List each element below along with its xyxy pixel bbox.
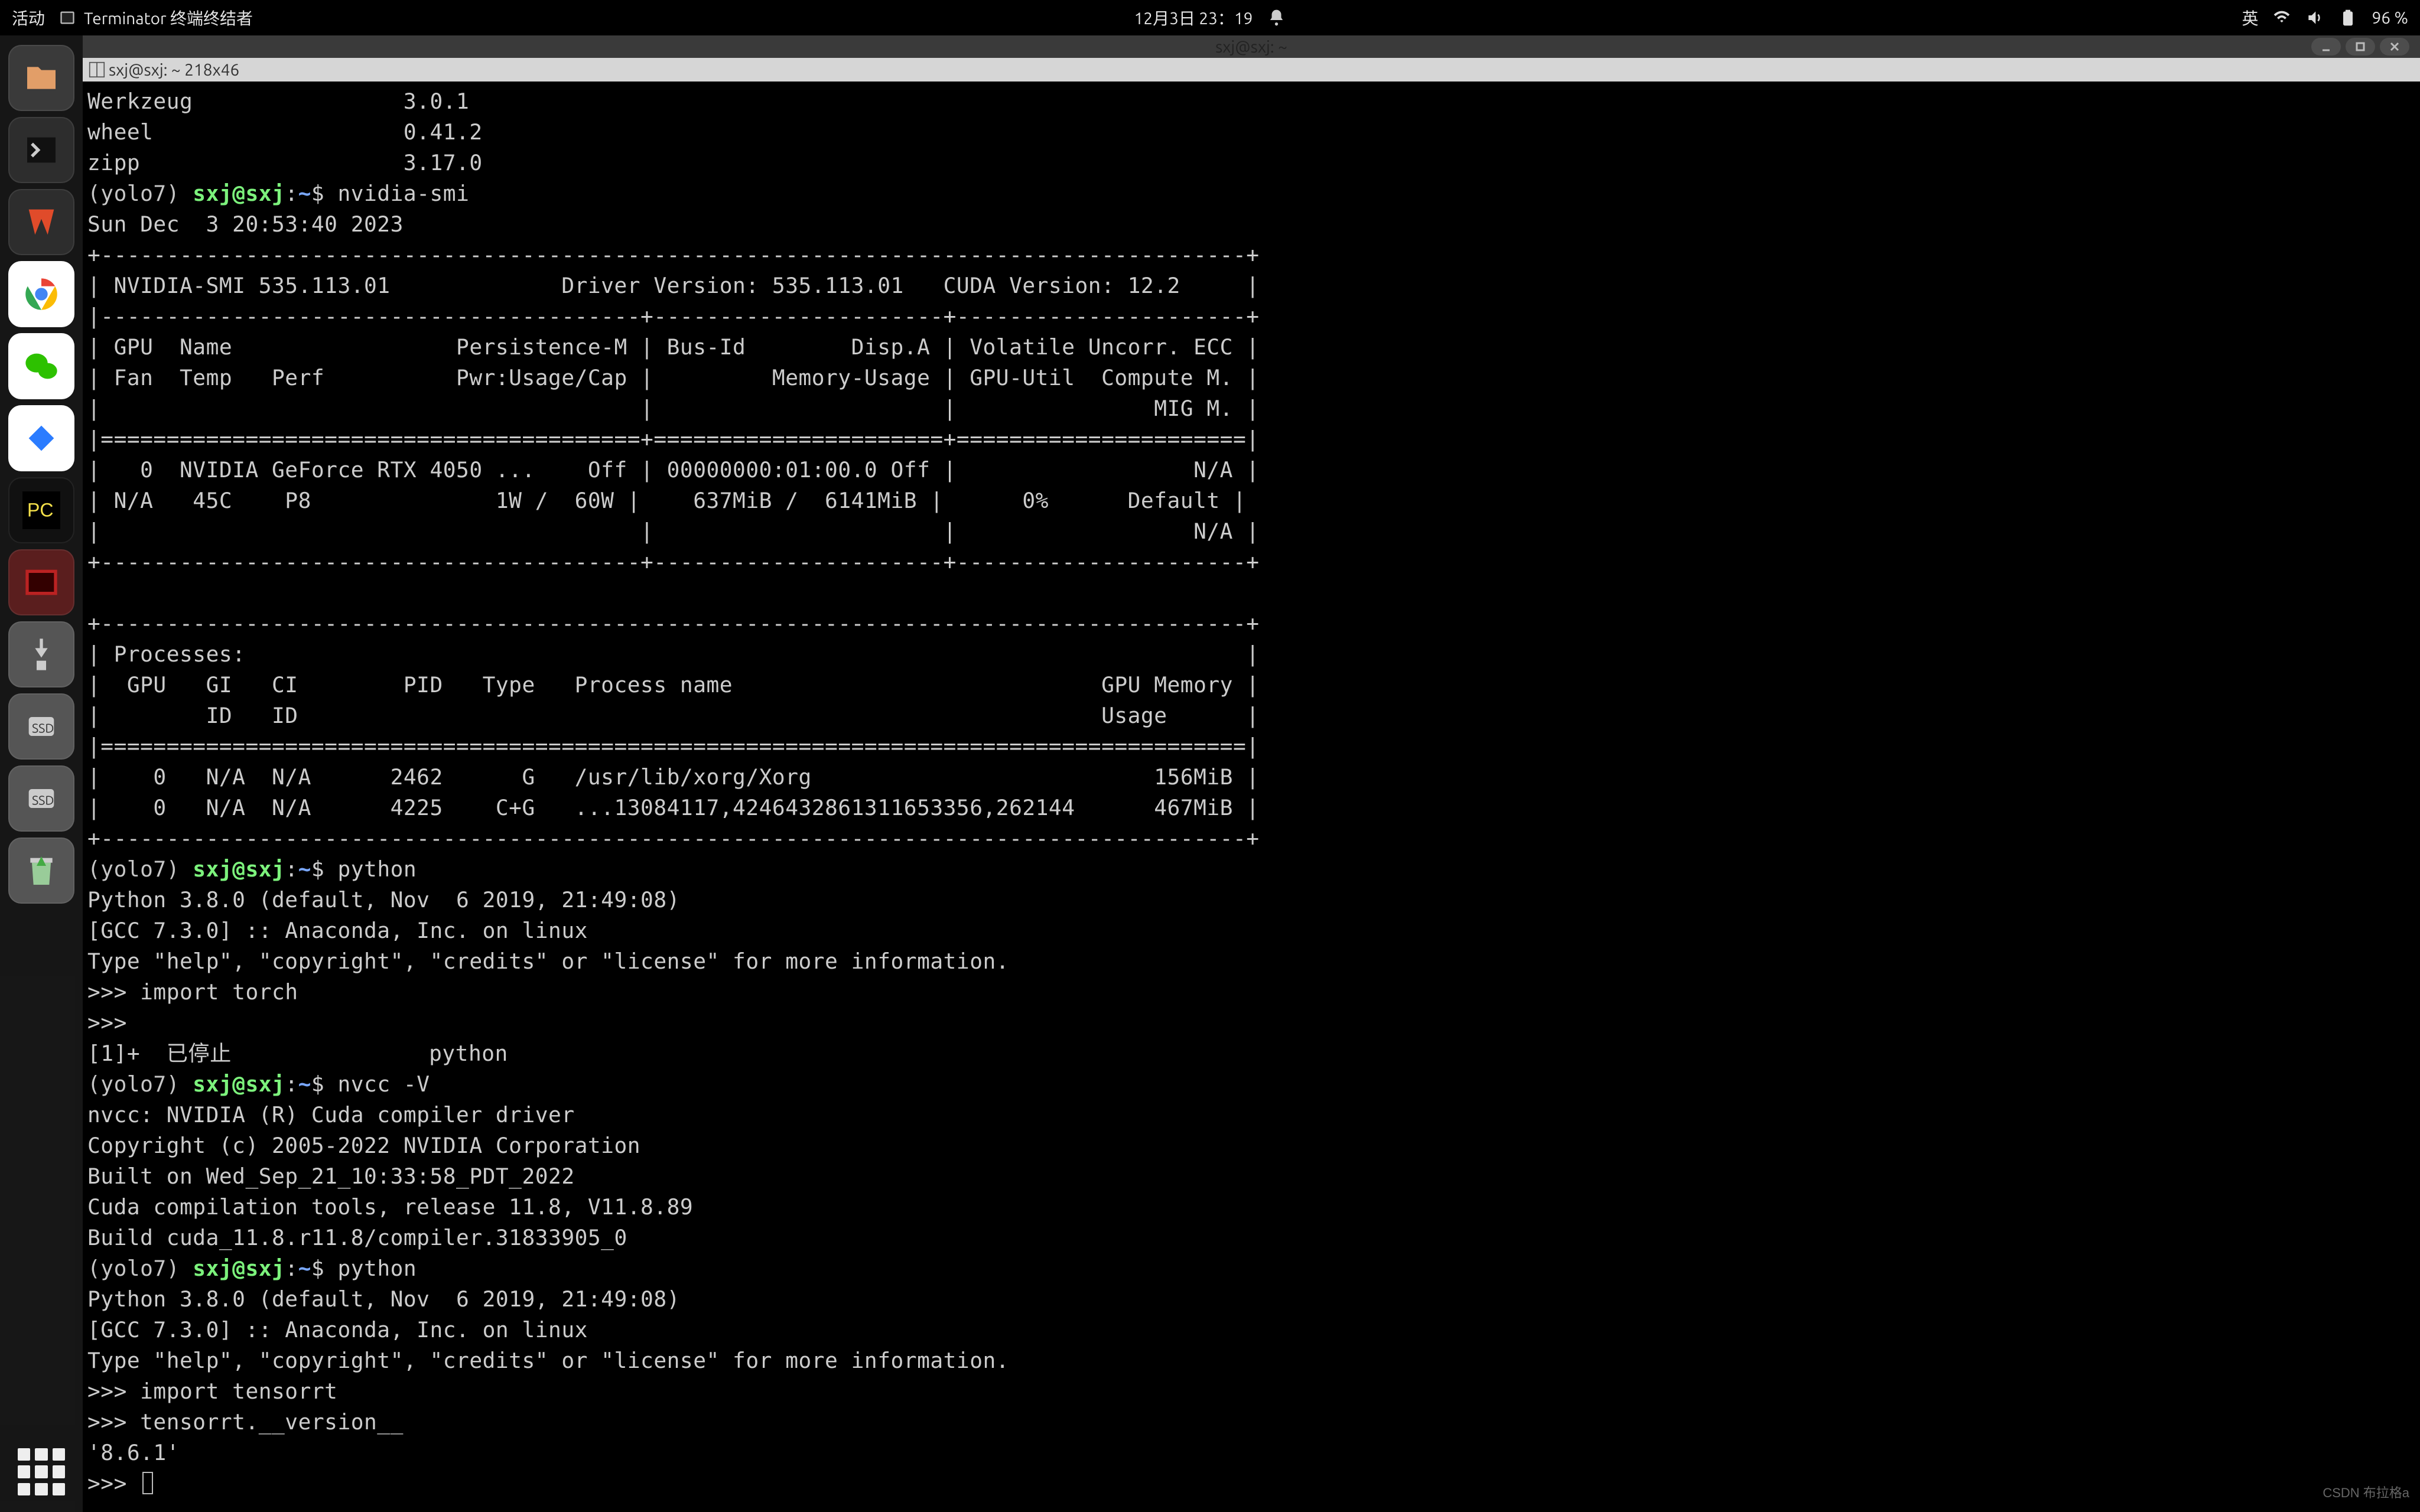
split-icon [89,61,105,78]
terminal-app-icon [59,9,76,26]
app-menu[interactable]: Terminator 终端终结者 [59,6,253,30]
app-menu-label: Terminator 终端终结者 [84,6,253,30]
input-method-indicator[interactable]: 英 [2242,6,2258,30]
activities-button[interactable]: 活动 [12,6,45,30]
window-titlebar[interactable]: sxj@sxj: ~ [83,35,2420,58]
battery-percentage: 96 % [2372,9,2408,27]
close-button[interactable] [2380,38,2409,56]
terminator-window: sxj@sxj: ~ sxj@sxj: ~ 218x46 Werkzeug 3.… [83,35,2420,1512]
wifi-icon[interactable] [2272,8,2291,27]
gnome-topbar: 活动 Terminator 终端终结者 12月3日 23：19 英 96 % [0,0,2420,35]
svg-text:SSD: SSD [32,794,54,808]
terminal-output[interactable]: Werkzeug 3.0.1 wheel 0.41.2 zipp 3.17.0 … [83,82,2420,1512]
svg-text:SSD: SSD [32,722,54,736]
system-tray[interactable]: 英 96 % [2242,6,2408,30]
volume-icon[interactable] [2305,8,2324,27]
dock-trash[interactable] [8,838,74,904]
terminator-tabbar[interactable]: sxj@sxj: ~ 218x46 [83,58,2420,82]
dock-feishu[interactable] [8,405,74,471]
dock-terminator[interactable] [8,549,74,615]
minimize-button[interactable] [2311,38,2341,56]
dock-pycharm[interactable]: PC [8,477,74,543]
dock-ssd-2[interactable]: SSD [8,765,74,832]
dock-wps[interactable] [8,189,74,255]
show-applications[interactable] [18,1448,65,1495]
dock-usb[interactable] [8,621,74,687]
dock-files[interactable] [8,45,74,111]
battery-icon[interactable] [2338,8,2357,27]
notification-bell-icon[interactable] [1267,8,1286,27]
dock-chrome[interactable] [8,261,74,327]
dock-wechat[interactable] [8,333,74,399]
dock-ssd-1[interactable]: SSD [8,693,74,760]
tab-label: sxj@sxj: ~ 218x46 [109,61,239,79]
clock[interactable]: 12月3日 23：19 [1134,6,1253,30]
maximize-button[interactable] [2346,38,2375,56]
dock-terminal[interactable] [8,117,74,183]
dock: PC SSD SSD [0,35,83,1512]
window-title: sxj@sxj: ~ [1215,38,1287,56]
watermark: CSDN 布拉格a [2323,1482,2409,1501]
svg-text:PC: PC [27,500,53,521]
